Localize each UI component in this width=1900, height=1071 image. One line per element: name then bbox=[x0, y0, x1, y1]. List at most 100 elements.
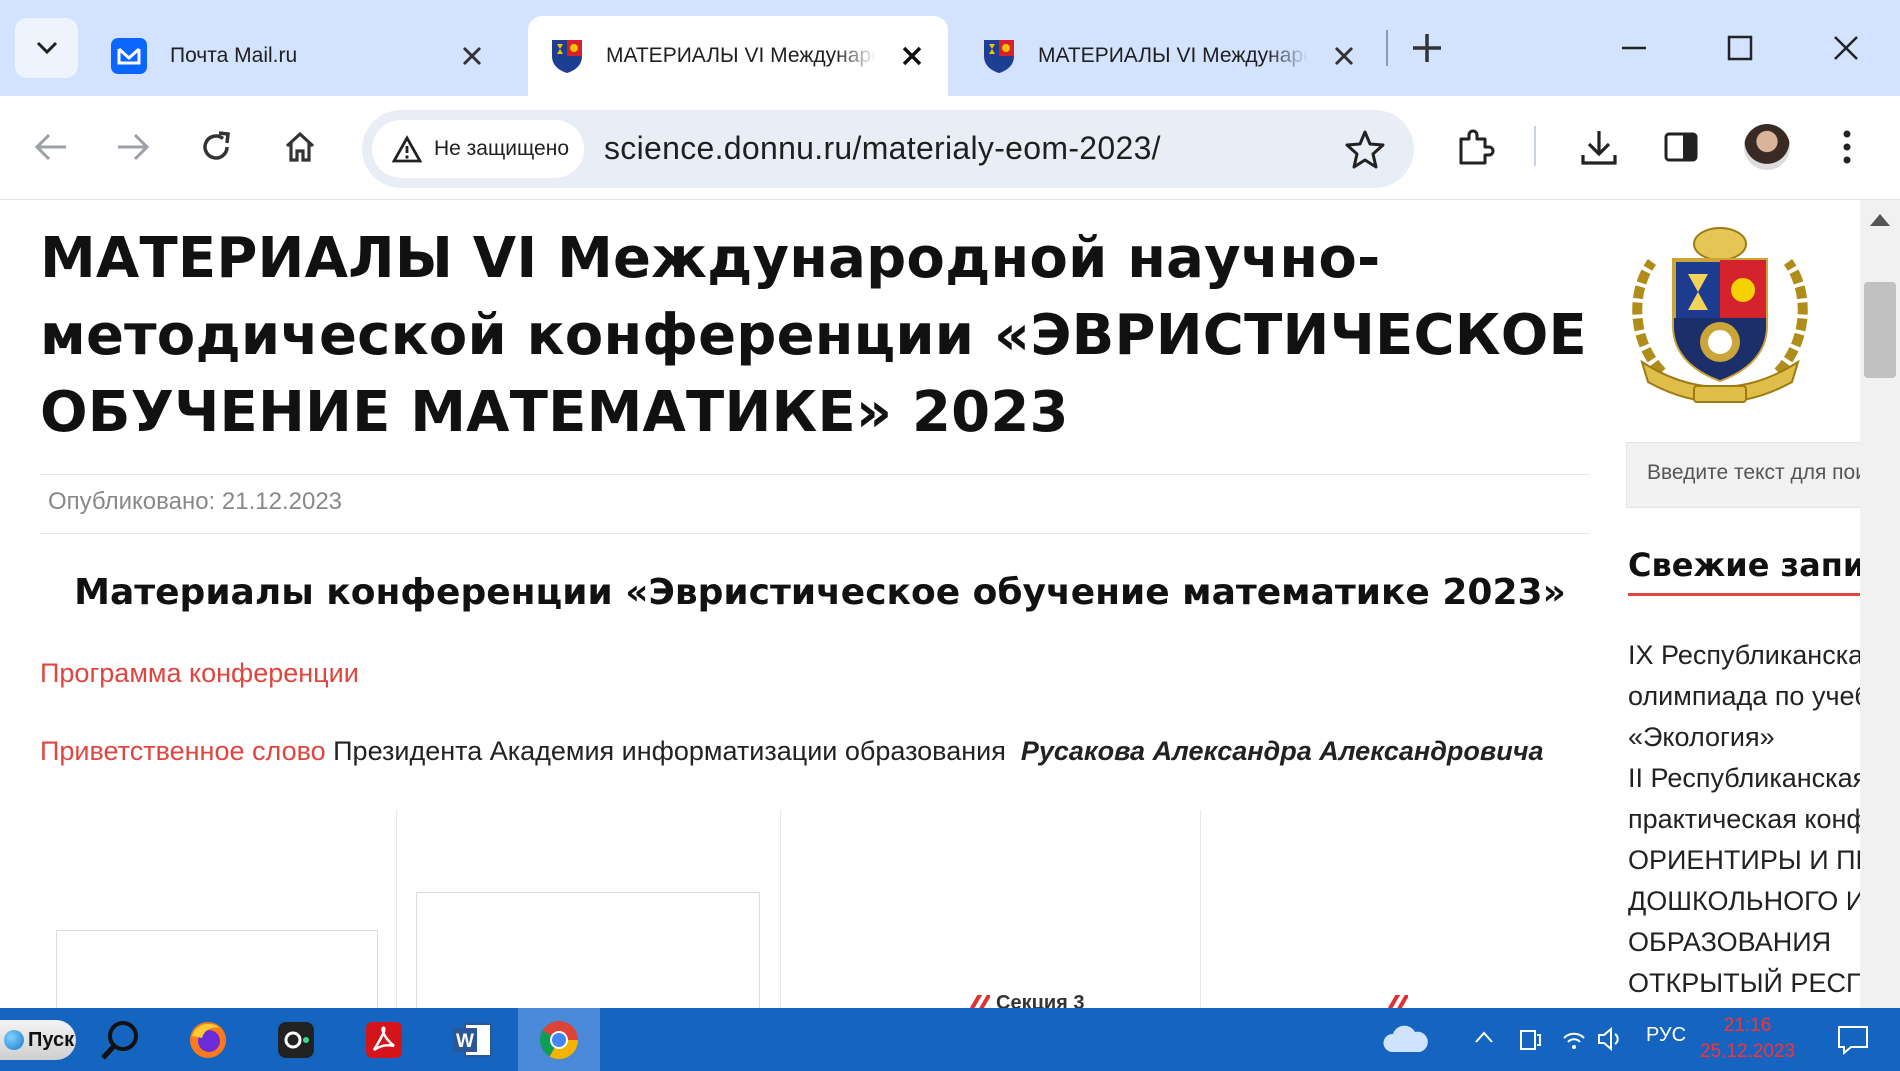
divider bbox=[40, 474, 1590, 475]
section-label: Секция 3 bbox=[996, 992, 1085, 1008]
tab-materials[interactable]: МАТЕРИАЛЫ VI Международной научно-методи… bbox=[960, 16, 1380, 96]
next-thumbnail-label[interactable] bbox=[1386, 992, 1414, 1008]
document-thumbnail[interactable] bbox=[416, 892, 760, 1008]
search-input[interactable]: Введите текст для поиска bbox=[1626, 442, 1860, 508]
device-icon[interactable] bbox=[1518, 1026, 1542, 1052]
tab-title: МАТЕРИАЛЫ VI Международной научно-методи… bbox=[1038, 44, 1308, 67]
toolbar-separator bbox=[1534, 126, 1536, 166]
minimize-icon[interactable] bbox=[1614, 28, 1654, 68]
recent-post-line[interactable]: II Республиканская bbox=[1628, 763, 1860, 794]
reload-button[interactable] bbox=[193, 124, 239, 170]
chrome-icon bbox=[539, 1020, 579, 1059]
tab-strip: Почта Mail.ru МАТЕРИАЛЫ VI Международной… bbox=[0, 0, 1900, 96]
recent-posts-title: Свежие записи bbox=[1628, 546, 1860, 584]
clock-time: 21:16 bbox=[1723, 1015, 1772, 1036]
recent-post-line[interactable]: «Экология» bbox=[1628, 722, 1775, 753]
taskbar-firefox[interactable] bbox=[170, 1008, 246, 1071]
recent-post-line[interactable]: ОТКРЫТЫЙ РЕСПУБЛИКАНСКИЙ bbox=[1628, 968, 1860, 999]
article-title: МАТЕРИАЛЫ VI Международной научно-методи… bbox=[40, 226, 1588, 445]
bookmark-star-icon[interactable] bbox=[1344, 128, 1386, 170]
onedrive-cloud-icon[interactable] bbox=[1382, 1024, 1430, 1054]
greeting-text: Президента Академия информатизации образ… bbox=[325, 736, 1021, 766]
menu-button[interactable] bbox=[1824, 124, 1870, 170]
accent-stripes-icon bbox=[968, 995, 990, 1008]
document-thumbnail[interactable] bbox=[56, 930, 378, 1008]
download-icon bbox=[1581, 131, 1617, 165]
recent-post-line[interactable]: ОБРАЗОВАНИЯ bbox=[1628, 927, 1831, 958]
back-button[interactable] bbox=[28, 124, 74, 170]
tab-title: МАТЕРИАЛЫ VI Международной научно-методи… bbox=[606, 44, 876, 67]
close-icon[interactable] bbox=[458, 42, 486, 70]
warning-triangle-icon bbox=[392, 135, 422, 163]
window-close-icon[interactable] bbox=[1826, 28, 1866, 68]
clock-date: 25.12.2023 bbox=[1700, 1041, 1796, 1062]
mail-icon bbox=[111, 38, 147, 74]
pdf-icon bbox=[366, 1021, 402, 1058]
side-panel-icon bbox=[1664, 132, 1698, 162]
start-globe-icon bbox=[4, 1030, 24, 1050]
url-text[interactable]: science.donnu.ru/materialy-eom-2023/ bbox=[604, 130, 1161, 167]
close-icon[interactable] bbox=[898, 42, 926, 70]
downloads-button[interactable] bbox=[1576, 124, 1622, 170]
column-divider bbox=[1200, 810, 1201, 1008]
tab-separator bbox=[1386, 30, 1388, 66]
svg-text:W: W bbox=[456, 1031, 474, 1052]
profile-avatar[interactable] bbox=[1744, 124, 1790, 170]
windows-taskbar: Пуск W РУС 21:16 25.12.2023 bbox=[0, 1008, 1900, 1071]
university-emblem-logo[interactable] bbox=[1622, 222, 1818, 408]
tab-mail[interactable]: Почта Mail.ru bbox=[88, 16, 508, 96]
recent-post-line[interactable]: IX Республиканская bbox=[1628, 640, 1860, 671]
word-icon: W bbox=[453, 1022, 492, 1057]
recent-post-line[interactable]: практическая конференция bbox=[1628, 804, 1860, 835]
tab-search-button[interactable] bbox=[15, 18, 78, 78]
tab-title: Почта Mail.ru bbox=[170, 44, 298, 67]
start-label: Пуск bbox=[28, 1028, 75, 1051]
app-circle-icon bbox=[278, 1021, 314, 1058]
search-icon bbox=[101, 1020, 138, 1060]
chevron-up-icon[interactable] bbox=[1474, 1030, 1494, 1044]
greeting-name: Русакова Александра Александровича bbox=[1020, 736, 1544, 766]
forward-button[interactable] bbox=[110, 124, 156, 170]
new-tab-plus-icon[interactable] bbox=[1408, 28, 1446, 68]
scroll-up-arrow-icon[interactable] bbox=[1870, 214, 1890, 226]
taskbar-app-dark[interactable] bbox=[258, 1008, 334, 1071]
address-bar[interactable]: Не защищено science.donnu.ru/materialy-e… bbox=[362, 110, 1414, 188]
start-button[interactable]: Пуск bbox=[0, 1020, 76, 1060]
system-clock[interactable]: 21:16 25.12.2023 bbox=[1700, 1013, 1795, 1065]
program-link[interactable]: Программа конференции bbox=[40, 658, 359, 688]
taskbar-chrome[interactable] bbox=[518, 1008, 600, 1071]
section-heading: Материалы конференции «Эвристическое обу… bbox=[74, 572, 1566, 613]
volume-icon[interactable] bbox=[1596, 1026, 1624, 1052]
firefox-icon bbox=[190, 1021, 226, 1058]
home-icon bbox=[285, 131, 315, 162]
arrow-right-icon bbox=[118, 133, 150, 161]
taskbar-acrobat[interactable] bbox=[346, 1008, 422, 1071]
university-crest-icon bbox=[984, 40, 1014, 73]
chevron-down-icon bbox=[36, 41, 57, 55]
web-page: МАТЕРИАЛЫ VI Международной научно-методи… bbox=[0, 200, 1860, 1008]
language-indicator[interactable]: РУС bbox=[1646, 1024, 1686, 1047]
recent-post-line[interactable]: ОРИЕНТИРЫ И ПРОБЛЕМЫ bbox=[1628, 845, 1860, 876]
security-chip[interactable]: Не защищено bbox=[372, 120, 584, 178]
close-icon[interactable] bbox=[1330, 42, 1358, 70]
notifications-icon[interactable] bbox=[1836, 1024, 1870, 1056]
side-panel-button[interactable] bbox=[1658, 124, 1704, 170]
extensions-button[interactable] bbox=[1452, 124, 1498, 170]
maximize-icon[interactable] bbox=[1720, 28, 1760, 68]
taskbar-search[interactable] bbox=[82, 1008, 158, 1071]
tab-materials-active[interactable]: МАТЕРИАЛЫ VI Международной научно-методи… bbox=[528, 16, 948, 96]
recent-post-line[interactable]: олимпиада по учебному bbox=[1628, 681, 1860, 712]
university-crest-icon bbox=[552, 40, 582, 73]
browser-toolbar: Не защищено science.donnu.ru/materialy-e… bbox=[0, 96, 1900, 200]
network-icon[interactable] bbox=[1560, 1026, 1588, 1052]
scroll-thumb[interactable] bbox=[1864, 282, 1896, 378]
recent-post-line[interactable]: ДОШКОЛЬНОГО И bbox=[1628, 886, 1860, 917]
home-button[interactable] bbox=[277, 124, 323, 170]
greeting-link[interactable]: Приветственное слово bbox=[40, 736, 326, 766]
arrow-left-icon bbox=[34, 133, 66, 161]
greeting-paragraph: Приветственное слово Президента Академия… bbox=[40, 736, 1543, 767]
section-3-thumbnail-label[interactable]: Секция 3 bbox=[968, 992, 1085, 1008]
kebab-menu-icon bbox=[1843, 130, 1851, 164]
page-scrollbar[interactable] bbox=[1860, 200, 1900, 1008]
taskbar-word[interactable]: W bbox=[434, 1008, 510, 1071]
